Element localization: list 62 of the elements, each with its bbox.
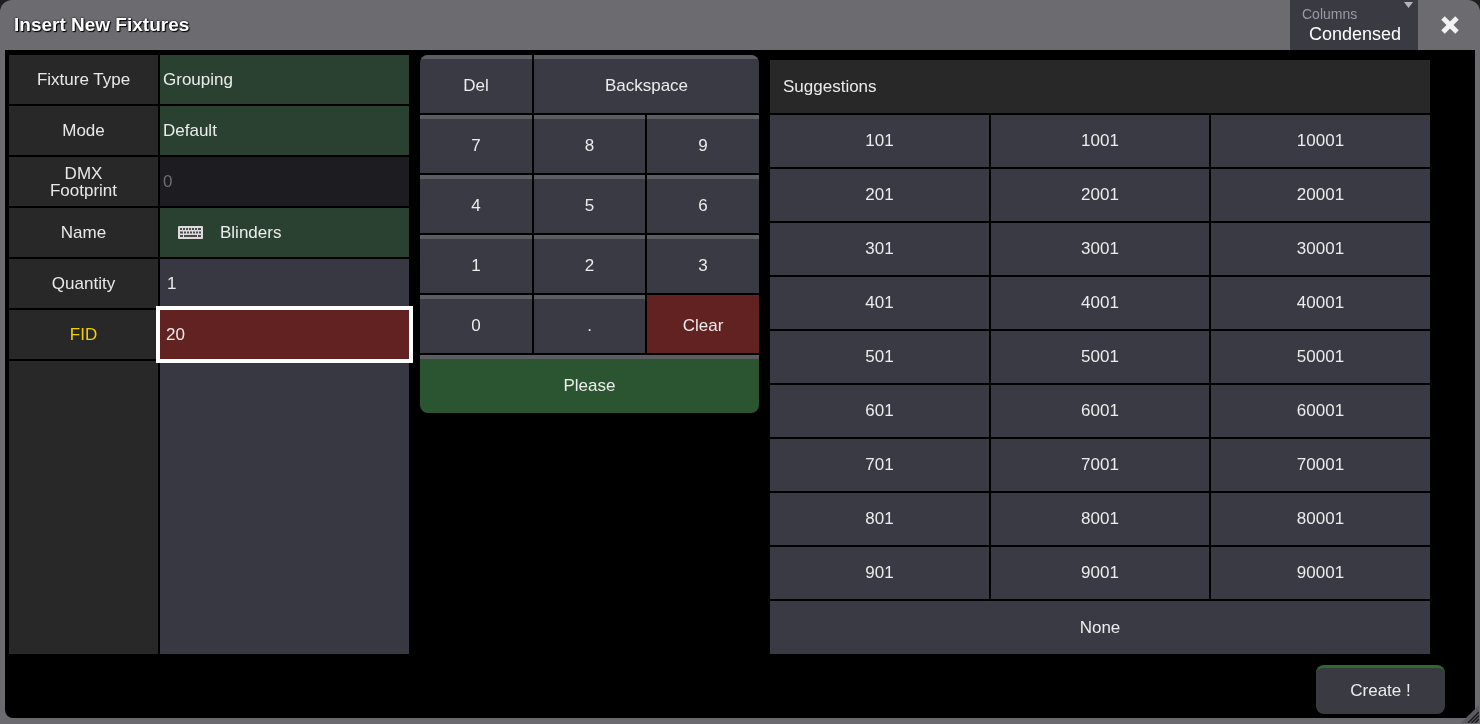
suggestion-button[interactable]: 7001 <box>991 439 1209 491</box>
suggestion-button[interactable]: 901 <box>770 547 989 599</box>
suggestion-button[interactable]: 2001 <box>991 169 1209 221</box>
field-label: Quantity <box>9 259 158 308</box>
close-icon[interactable] <box>1440 15 1460 35</box>
text-field[interactable]: Blinders <box>160 208 409 257</box>
suggestion-button[interactable]: 401 <box>770 277 989 329</box>
clear-button[interactable]: Clear <box>647 295 759 353</box>
field-label: Fixture Type <box>9 55 158 104</box>
suggestion-button[interactable]: 801 <box>770 493 989 545</box>
suggestion-button[interactable]: 5001 <box>991 331 1209 383</box>
suggestion-button[interactable]: 90001 <box>1211 547 1430 599</box>
keypad-key[interactable]: 9 <box>647 115 759 173</box>
resize-grip-icon[interactable] <box>1461 705 1479 723</box>
suggestion-button[interactable]: 1001 <box>991 115 1209 167</box>
suggestion-button[interactable]: 701 <box>770 439 989 491</box>
keypad-key[interactable]: 2 <box>534 235 645 293</box>
keypad-key[interactable]: 6 <box>647 175 759 233</box>
suggestion-button[interactable]: 80001 <box>1211 493 1430 545</box>
keyboard-icon <box>178 226 203 239</box>
enter-button[interactable]: Please <box>420 355 759 413</box>
suggestion-button[interactable]: 10001 <box>1211 115 1430 167</box>
keypad-key[interactable]: . <box>534 295 645 353</box>
field-label: Mode <box>9 106 158 155</box>
number-field[interactable]: 20 <box>156 306 413 363</box>
keypad-key[interactable]: Del <box>420 55 532 113</box>
dropdown-field[interactable]: Default <box>160 106 409 155</box>
keypad-key[interactable]: 5 <box>534 175 645 233</box>
keypad-key[interactable]: 0 <box>420 295 532 353</box>
keypad-key[interactable]: 1 <box>420 235 532 293</box>
create-button[interactable]: Create ! <box>1316 665 1445 714</box>
number-field[interactable]: 1 <box>160 259 409 308</box>
suggestion-button[interactable]: 30001 <box>1211 223 1430 275</box>
field-label: DMX Footprint <box>9 157 158 206</box>
window-title: Insert New Fixtures <box>14 14 190 36</box>
keypad-key[interactable]: Backspace <box>534 55 759 113</box>
suggestion-button[interactable]: 201 <box>770 169 989 221</box>
suggestion-button[interactable]: 6001 <box>991 385 1209 437</box>
field-label: Name <box>9 208 158 257</box>
suggestion-button[interactable]: 101 <box>770 115 989 167</box>
columns-dropdown[interactable]: Columns Condensed <box>1290 0 1418 50</box>
suggestion-button[interactable]: 9001 <box>991 547 1209 599</box>
keypad-key[interactable]: 8 <box>534 115 645 173</box>
dropdown-field[interactable]: Grouping <box>160 55 409 104</box>
suggestion-button[interactable]: 40001 <box>1211 277 1430 329</box>
suggestion-button[interactable]: 20001 <box>1211 169 1430 221</box>
none-button[interactable]: None <box>770 601 1430 654</box>
suggestion-button[interactable]: 501 <box>770 331 989 383</box>
caret-icon <box>1404 2 1413 8</box>
suggestion-button[interactable]: 8001 <box>991 493 1209 545</box>
keypad-key[interactable]: 4 <box>420 175 532 233</box>
suggestion-button[interactable]: 4001 <box>991 277 1209 329</box>
keypad-key[interactable]: 3 <box>647 235 759 293</box>
keypad-key[interactable]: 7 <box>420 115 532 173</box>
suggestion-button[interactable]: 60001 <box>1211 385 1430 437</box>
suggestion-button[interactable]: 601 <box>770 385 989 437</box>
suggestion-button[interactable]: 3001 <box>991 223 1209 275</box>
suggestion-button[interactable]: 50001 <box>1211 331 1430 383</box>
suggestions-header: Suggestions <box>770 60 1430 113</box>
suggestion-button[interactable]: 70001 <box>1211 439 1430 491</box>
field-label: FID <box>9 310 158 359</box>
suggestion-button[interactable]: 301 <box>770 223 989 275</box>
